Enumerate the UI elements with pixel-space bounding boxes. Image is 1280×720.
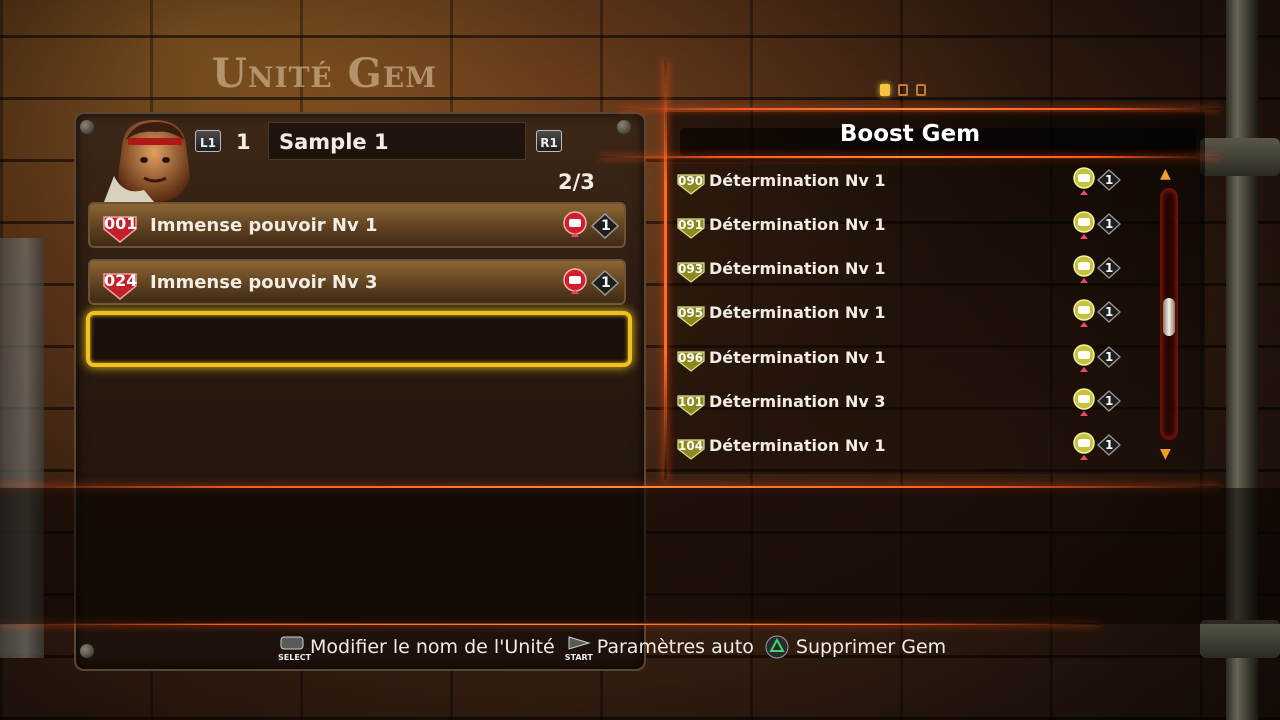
boost-gem-icon (1073, 255, 1095, 283)
gem-name: Détermination Nv 1 (709, 259, 886, 278)
gem-list-item[interactable]: 104 Détermination Nv 1 1 (676, 431, 1136, 467)
gem-cost: 1 (1105, 173, 1114, 187)
l1-button[interactable]: L1 (195, 130, 221, 152)
gem-list-item[interactable]: 095 Détermination Nv 1 1 (676, 298, 1136, 334)
hint-rename[interactable]: SELECT Modifier le nom de l'Unité (278, 634, 555, 662)
gem-number: 024 (104, 271, 138, 290)
gem-cost: 1 (1105, 394, 1114, 408)
unit-name-field[interactable]: Sample 1 (268, 122, 526, 160)
gem-number: 001 (104, 214, 138, 233)
gem-name: Détermination Nv 1 (709, 215, 886, 234)
hint-delete-gem[interactable]: Supprimer Gem (764, 634, 946, 660)
gem-list-title: Boost Gem (839, 121, 981, 147)
glow-line (664, 60, 667, 480)
gem-list-item[interactable]: 093 Détermination Nv 1 1 (676, 254, 1136, 290)
gem-list-item[interactable]: 101 Détermination Nv 3 1 (676, 387, 1136, 423)
gem-list-item[interactable]: 091 Détermination Nv 1 1 (676, 210, 1136, 246)
gem-list-item[interactable]: 096 Détermination Nv 1 1 (676, 343, 1136, 379)
hint-label: Paramètres auto (596, 636, 754, 658)
boost-gem-icon (1073, 211, 1095, 239)
glow-line (600, 156, 1220, 158)
r1-button[interactable]: R1 (536, 130, 562, 152)
power-gem-icon (563, 268, 587, 294)
gem-cost: 1 (1105, 217, 1114, 231)
gem-cost: 1 (1105, 350, 1114, 364)
character-portrait (104, 120, 190, 202)
unit-number: 1 (236, 130, 251, 154)
triangle-button-icon (764, 634, 792, 660)
gem-cost: 1 (601, 218, 611, 234)
boost-gem-icon (1073, 344, 1095, 372)
gem-cost: 1 (1105, 438, 1114, 452)
scroll-up-arrow-icon[interactable]: ▲ (1160, 166, 1171, 182)
boost-gem-icon (1073, 299, 1095, 327)
gem-name: Détermination Nv 1 (709, 436, 886, 455)
select-button-icon: SELECT (278, 634, 311, 662)
gem-name: Détermination Nv 1 (709, 348, 886, 367)
gem-slot[interactable]: 024 Immense pouvoir Nv 3 1 (88, 259, 626, 305)
scroll-down-arrow-icon[interactable]: ▼ (1160, 446, 1171, 462)
page-dot (916, 84, 926, 96)
gem-list-item[interactable]: 090 Détermination Nv 1 1 (676, 166, 1136, 202)
gem-number: 101 (678, 395, 704, 409)
boost-gem-icon (1073, 388, 1095, 416)
start-button-icon: START (565, 634, 593, 662)
screen-title: Unité Gem (212, 50, 438, 97)
gem-name: Immense pouvoir Nv 1 (150, 215, 378, 236)
gem-number: 090 (678, 174, 704, 188)
page-dot (898, 84, 908, 96)
gem-number: 096 (678, 351, 704, 365)
rivet (617, 120, 631, 134)
gem-cost: 1 (1105, 261, 1114, 275)
hint-label: Modifier le nom de l'Unité (310, 636, 555, 658)
pipe-clamp (1200, 620, 1280, 658)
gem-slot-count: 2/3 (558, 170, 595, 194)
gem-name: Détermination Nv 1 (709, 171, 886, 190)
gem-name: Immense pouvoir Nv 3 (150, 272, 378, 293)
rivet (80, 644, 94, 658)
description-area (0, 488, 1280, 624)
page-dot-active (880, 84, 890, 96)
gem-cost: 1 (1105, 305, 1114, 319)
gem-number: 104 (678, 439, 704, 453)
rivet (80, 120, 94, 134)
boost-gem-icon (1073, 167, 1095, 195)
empty-gem-slot-selected[interactable] (86, 311, 632, 367)
scrollbar-thumb[interactable] (1163, 298, 1175, 336)
gem-name: Détermination Nv 1 (709, 303, 886, 322)
gem-number: 091 (678, 218, 704, 232)
power-gem-icon (563, 211, 587, 237)
button-hints-bar: SELECT Modifier le nom de l'Unité START … (278, 632, 946, 662)
hint-auto-settings[interactable]: START Paramètres auto (565, 634, 754, 662)
hint-label: Supprimer Gem (795, 636, 947, 658)
gem-number: 093 (678, 262, 704, 276)
gem-slot[interactable]: 001 Immense pouvoir Nv 1 1 (88, 202, 626, 248)
glow-line (620, 108, 1220, 110)
gem-number: 095 (678, 306, 704, 320)
page-indicator (880, 84, 926, 96)
boost-gem-icon (1073, 432, 1095, 460)
gem-name: Détermination Nv 3 (709, 392, 886, 411)
gem-cost: 1 (601, 275, 611, 291)
